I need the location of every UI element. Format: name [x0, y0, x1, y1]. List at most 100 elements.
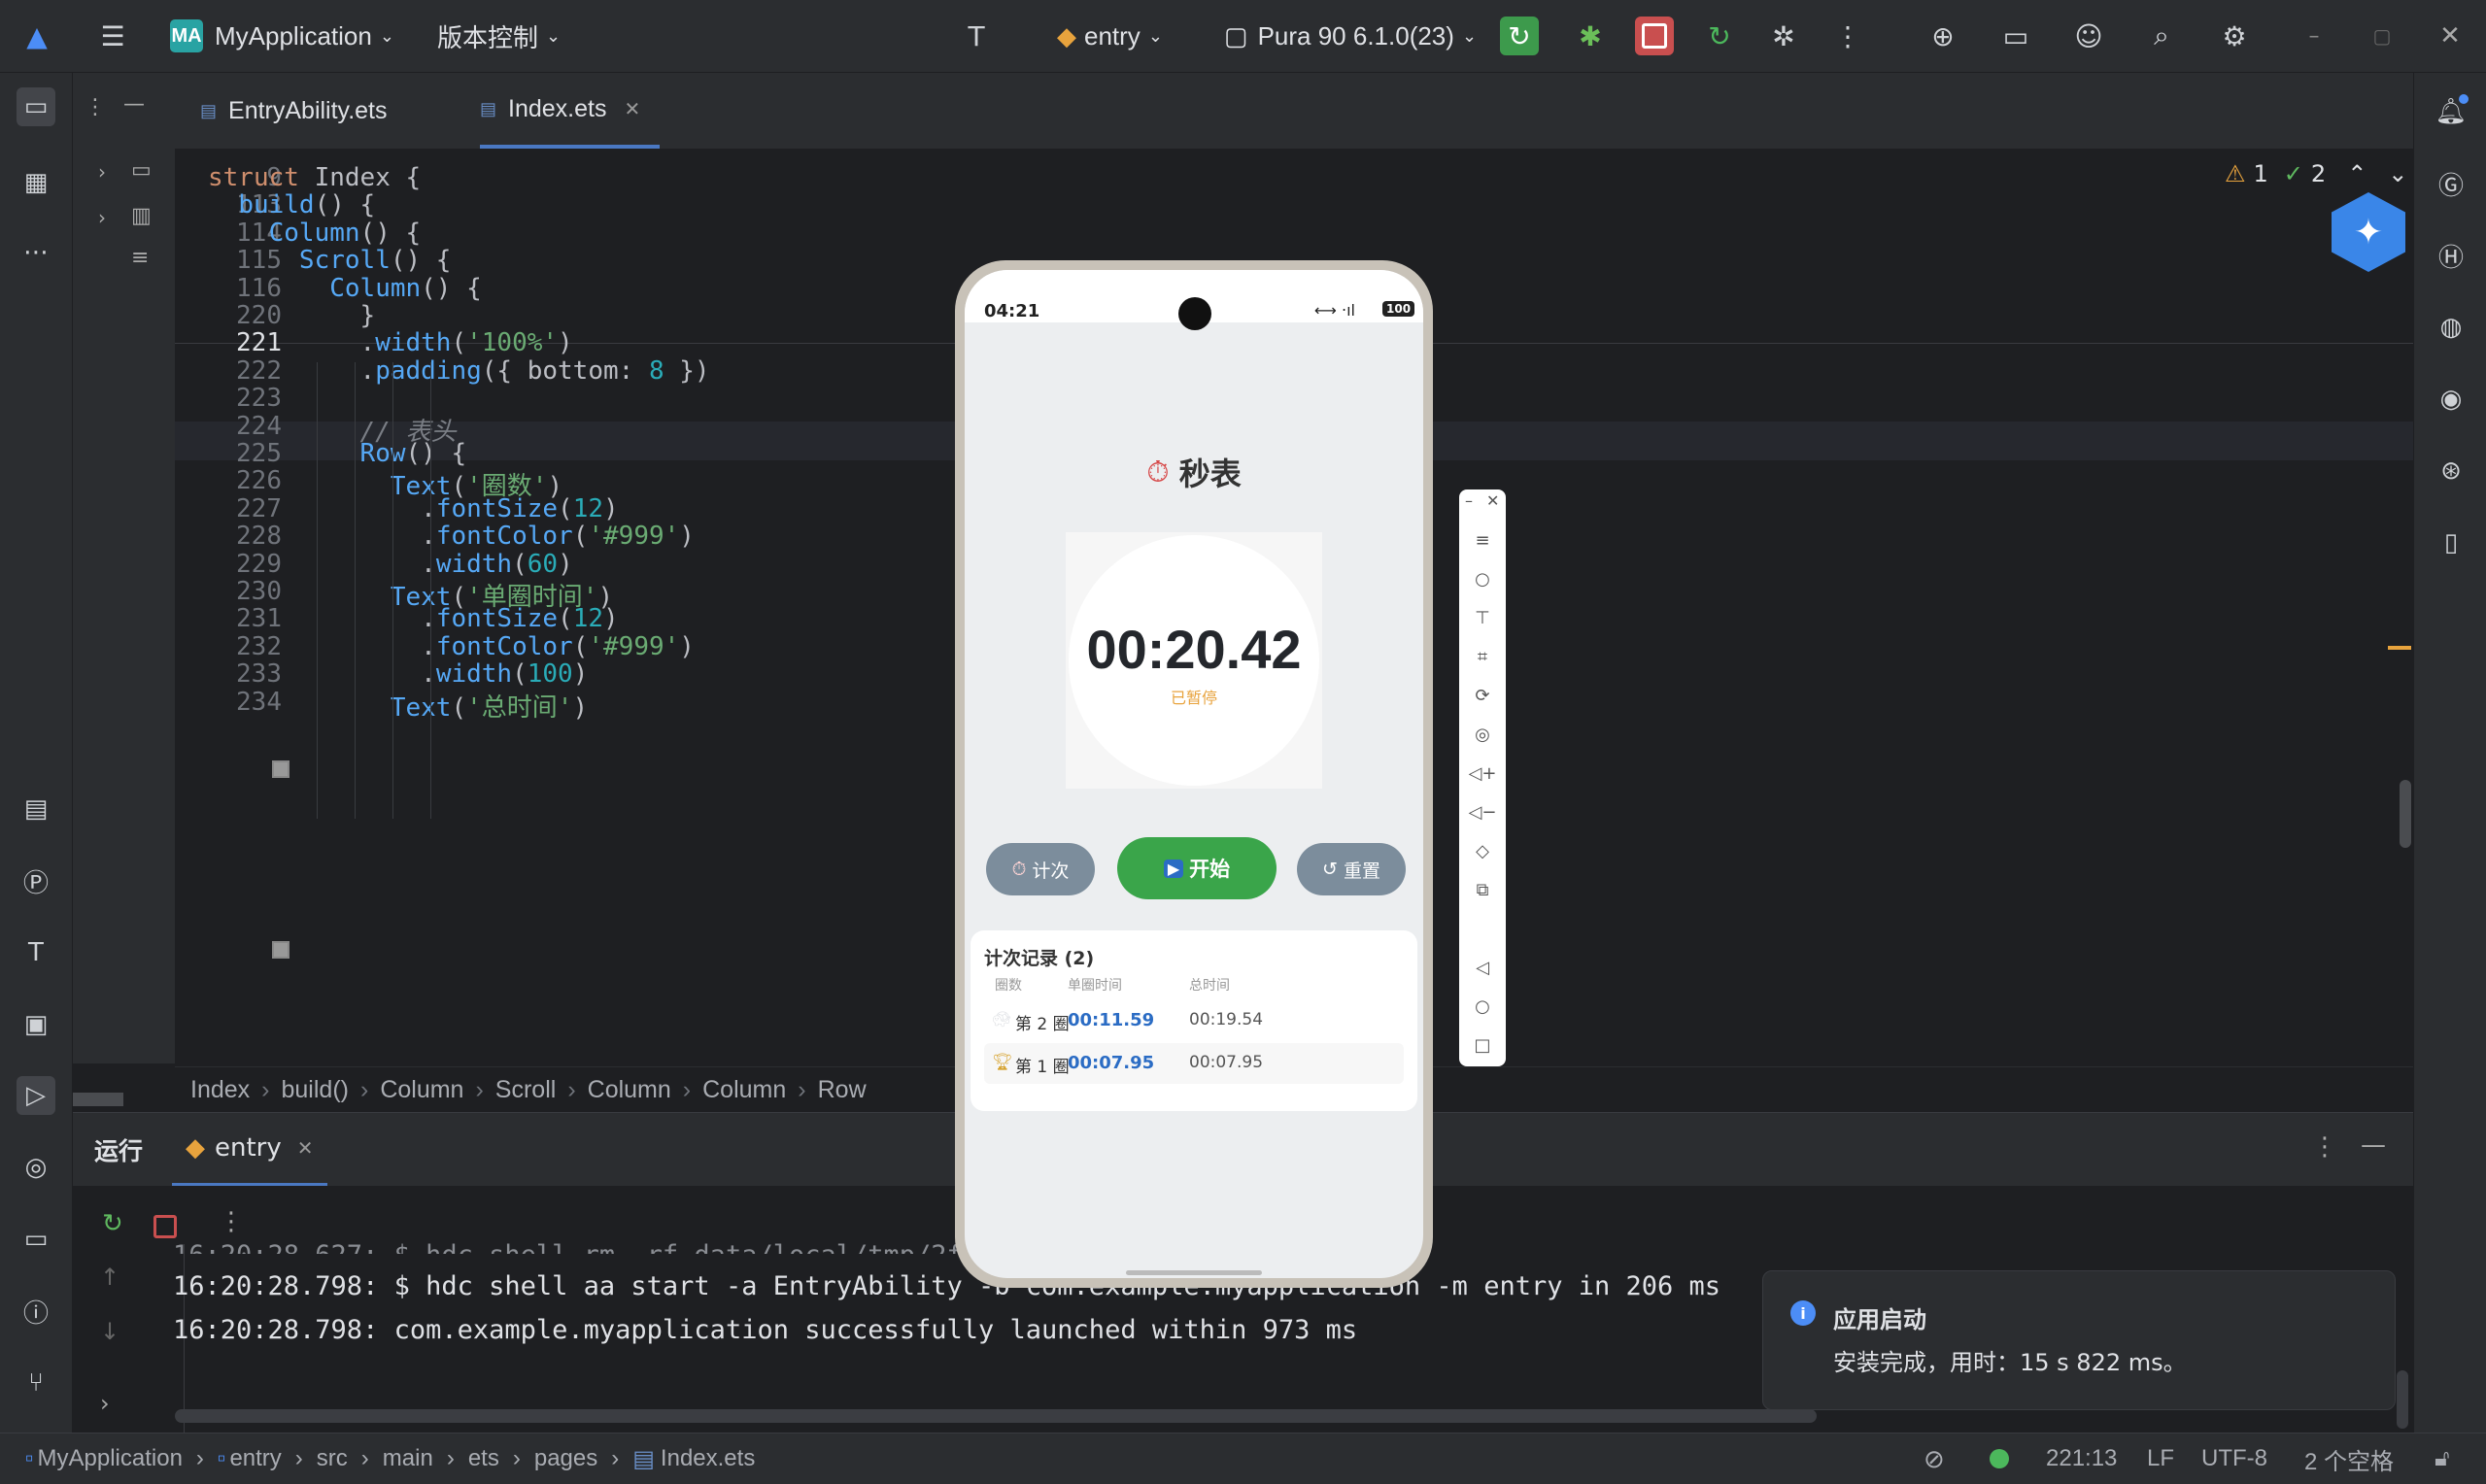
phone-screen[interactable]: 04:21 ⟷ ‧ıl 100 ⏱ 秒表 00:20.42 已暂停 ⏱ 计次 ▶…: [965, 270, 1423, 1278]
scrollbar[interactable]: [73, 1093, 123, 1106]
terminal-icon[interactable]: ▭: [17, 1220, 55, 1259]
tab-entryability[interactable]: ▤ EntryAbility.ets: [200, 73, 388, 149]
code-line[interactable]: .width(60): [208, 550, 573, 579]
location-icon[interactable]: ◎: [1459, 717, 1506, 752]
horizontal-scrollbar[interactable]: [175, 1409, 1817, 1423]
editor-scrollbar[interactable]: [2400, 780, 2411, 848]
vcs-menu[interactable]: 版本控制 ⌄: [437, 0, 561, 72]
device-phone-icon[interactable]: ▯: [2432, 523, 2470, 562]
notification-toast[interactable]: i 应用启动 安装完成，用时：15 s 822 ms。: [1762, 1270, 2396, 1410]
code-line[interactable]: .width('100%'): [208, 328, 573, 357]
code-line[interactable]: Column() {: [208, 274, 482, 303]
lock-icon[interactable]: 🔓︎: [2435, 1433, 2450, 1484]
color-swatch-icon[interactable]: [272, 760, 289, 778]
run-icon[interactable]: ▷: [17, 1076, 55, 1115]
settings-gear-icon[interactable]: ⚙: [2215, 17, 2254, 55]
crop-icon[interactable]: ⌗: [1459, 639, 1506, 674]
scroll-up-icon[interactable]: ↑: [100, 1264, 119, 1291]
main-menu-icon[interactable]: ☰: [93, 17, 132, 55]
expand-icon[interactable]: ›: [100, 1390, 110, 1417]
code-line[interactable]: .fontColor('#999'): [208, 632, 695, 661]
path-item[interactable]: entry: [229, 1445, 281, 1472]
debug-icon[interactable]: ✱: [1571, 17, 1610, 55]
fold-icon[interactable]: ◇: [1459, 833, 1506, 868]
collapse-icon[interactable]: —: [123, 92, 145, 117]
tree-expand-icon[interactable]: ›: [98, 160, 106, 184]
path-item[interactable]: src: [317, 1445, 348, 1472]
attach-debugger-icon[interactable]: ✲: [1764, 17, 1803, 55]
layout-icon[interactable]: ▤: [17, 790, 55, 828]
stop-icon[interactable]: [153, 1215, 177, 1238]
breadcrumb-item[interactable]: Row: [818, 1076, 867, 1104]
line-ending[interactable]: LF: [2147, 1433, 2174, 1484]
minimize-icon[interactable]: –: [1465, 491, 1473, 510]
folder-icon[interactable]: ▭: [131, 158, 152, 183]
tab-index[interactable]: ▤ Index.ets ✕: [480, 73, 661, 149]
preview-icon[interactable]: Ⓟ: [17, 861, 55, 900]
inspection-off-icon[interactable]: ⊘: [1924, 1433, 1945, 1484]
device-selector[interactable]: ▢ Pura 90 6.1.0(23) ⌄: [1224, 0, 1477, 72]
more-vertical-icon[interactable]: ⋮: [85, 95, 106, 119]
hide-panel-icon[interactable]: —: [2361, 1130, 2386, 1160]
git-icon[interactable]: ⑂: [17, 1364, 55, 1402]
code-line[interactable]: Text('总时间'): [208, 688, 588, 724]
screenshot-icon[interactable]: ⧉: [1459, 872, 1506, 907]
reset-button[interactable]: ↺ 重置: [1297, 843, 1406, 895]
code-line[interactable]: Column() {: [208, 219, 422, 248]
vertical-scrollbar[interactable]: [2397, 1370, 2408, 1429]
prev-highlight-icon[interactable]: ⌃: [2347, 160, 2367, 187]
color-swatch-icon[interactable]: [272, 941, 289, 959]
path-item[interactable]: main: [383, 1445, 433, 1472]
preview-eye-icon[interactable]: ◉: [2432, 380, 2470, 419]
more-vertical-icon[interactable]: ⋮: [2312, 1132, 2337, 1162]
database-icon[interactable]: ◍: [2432, 308, 2470, 347]
code-line[interactable]: .padding({ bottom: 8 }): [208, 356, 710, 386]
next-highlight-icon[interactable]: ⌄: [2388, 160, 2407, 187]
plugin-icon[interactable]: ⊛: [2432, 452, 2470, 490]
folder-icon[interactable]: ▭: [1996, 17, 2035, 55]
close-tab-icon[interactable]: ✕: [624, 97, 640, 121]
text-format-icon[interactable]: T: [17, 933, 55, 972]
code-line[interactable]: .width(100): [208, 659, 588, 689]
cursor-position[interactable]: 221:13: [2046, 1433, 2117, 1484]
code-line[interactable]: }: [208, 301, 376, 330]
menu-icon[interactable]: ≡: [1459, 523, 1506, 557]
warning-marker[interactable]: [2388, 646, 2411, 650]
code-line[interactable]: .fontColor('#999'): [208, 522, 695, 551]
path-item[interactable]: pages: [534, 1445, 597, 1472]
close-icon[interactable]: ✕: [1486, 491, 1499, 510]
app-logo-icon[interactable]: ▲: [17, 17, 56, 55]
volume-down-icon[interactable]: ◁−: [1459, 794, 1506, 829]
breadcrumb-item[interactable]: Column: [380, 1076, 463, 1104]
code-line[interactable]: build() {: [208, 190, 375, 219]
lap-button[interactable]: ⏱ 计次: [986, 843, 1095, 895]
code-line[interactable]: Row() {: [208, 439, 467, 468]
close-icon[interactable]: ✕: [2431, 17, 2469, 55]
path-item[interactable]: ets: [468, 1445, 499, 1472]
more-vertical-icon[interactable]: ⋮: [219, 1207, 244, 1236]
breadcrumb-item[interactable]: build(): [282, 1076, 349, 1104]
back-icon[interactable]: ◁: [1459, 950, 1506, 985]
project-selector[interactable]: MA MyApplication ⌄: [170, 0, 394, 72]
path-item[interactable]: MyApplication: [38, 1445, 183, 1472]
breadcrumb-item[interactable]: Column: [702, 1076, 786, 1104]
code-line[interactable]: .fontSize(12): [208, 604, 619, 633]
power-icon[interactable]: ○: [1459, 561, 1506, 596]
account-icon[interactable]: ☺: [2069, 17, 2108, 55]
run-button[interactable]: ↻: [1500, 17, 1539, 55]
gradle-icon[interactable]: Ⓖ: [2432, 164, 2470, 203]
text-tool-icon[interactable]: T: [957, 17, 996, 55]
close-tab-icon[interactable]: ✕: [297, 1136, 314, 1160]
apply-changes-icon[interactable]: ↻: [1700, 17, 1739, 55]
scratch-icon[interactable]: ≡: [131, 246, 149, 270]
minimize-icon[interactable]: –: [2295, 17, 2333, 55]
breadcrumb-item[interactable]: Index: [190, 1076, 250, 1104]
inspection-widget[interactable]: ⚠ 1 ✓ 2 ⌃ ⌄: [2225, 160, 2407, 187]
device-manager-icon[interactable]: ⊕: [1924, 17, 1962, 55]
rerun-icon[interactable]: ↻: [102, 1209, 123, 1238]
stop-button[interactable]: [1635, 17, 1674, 55]
encoding[interactable]: UTF-8: [2201, 1433, 2267, 1484]
run-tab-entry[interactable]: ◆ entry ✕: [172, 1113, 327, 1187]
breadcrumb-item[interactable]: Column: [588, 1076, 671, 1104]
rotate-icon[interactable]: ⟳: [1459, 678, 1506, 713]
